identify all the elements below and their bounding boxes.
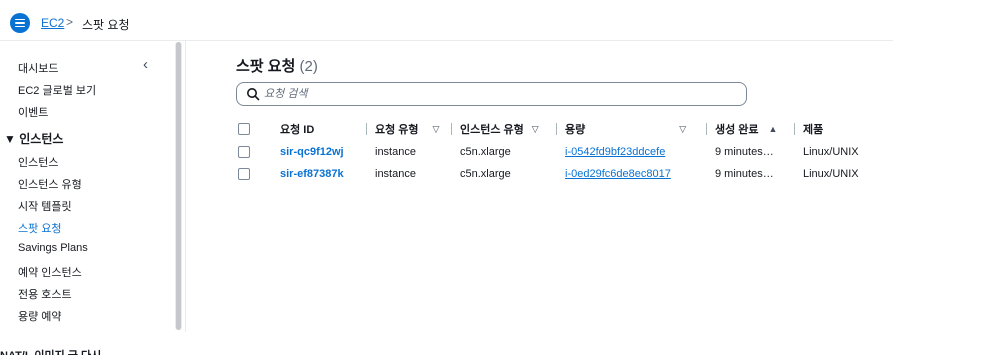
table-row[interactable]: sir-ef87387k instance c5n.xlarge i-0ed29… [238,163,874,185]
column-label: 제품 [803,124,824,136]
request-type-cell: instance [375,168,416,180]
column-capacity[interactable]: 용량 ▽ [556,117,706,141]
table-row[interactable]: sir-qc9f12wj instance c5n.xlarge i-0542f… [238,141,874,163]
instance-id-link[interactable]: i-0ed29fc6de8ec8017 [565,168,671,180]
column-separator [706,123,707,135]
column-request-id[interactable]: 요청 ID [280,117,366,141]
top-divider [0,40,893,41]
sidebar-scrollbar[interactable] [175,42,182,330]
top-bar: EC2 > 스팟 요청 [0,0,991,44]
row-select-cell [238,141,280,163]
page-title-text: 스팟 요청 [236,58,296,75]
column-label: 용량 [565,124,586,136]
caret-down-icon: ▼ [4,132,16,146]
sidebar-item-launch-templates[interactable]: 시작 템플릿 [18,198,72,214]
request-id-cell: sir-ef87387k [280,163,366,185]
sort-desc-icon[interactable]: ▽ [433,124,440,135]
search-icon [247,88,260,101]
instance-type-cell: c5n.xlarge [460,168,511,180]
sidebar-section-label: 인스턴스 [19,132,64,146]
sidebar-item-capacity-reservations[interactable]: 용량 예약 [18,308,62,324]
row-checkbox[interactable] [238,168,250,181]
sidebar: 대시보드 EC2 글로벌 보기 이벤트 ‹ ▼ 인스턴스 인스턴스 인스턴스 유… [0,44,172,334]
column-label: 생성 완료 [715,124,759,136]
page-title: 스팟 요청 (2) [236,55,318,76]
row-select-cell [238,163,280,185]
spot-requests-table: 요청 ID 요청 유형 ▽ 인스턴스 유형 ▽ 용량 ▽ 생성 완료 ▲ 제품 sir-… [238,117,874,185]
request-id-cell: sir-qc9f12wj [280,141,366,163]
table-header-row: 요청 ID 요청 유형 ▽ 인스턴스 유형 ▽ 용량 ▽ 생성 완료 ▲ 제품 [238,117,874,141]
column-request-type[interactable]: 요청 유형 ▽ [366,117,451,141]
breadcrumb-current: 스팟 요청 [82,18,130,32]
panel-divider [185,40,186,332]
column-label: 요청 ID [280,124,315,136]
column-created[interactable]: 생성 완료 ▲ [706,117,794,141]
page-title-count: (2) [299,58,318,75]
instance-id-link[interactable]: i-0542fd9bf23ddcefe [565,146,665,158]
created-cell: 9 minutes… [715,146,774,158]
column-label: 인스턴스 유형 [460,124,524,136]
sidebar-item-instances[interactable]: 인스턴스 [18,154,58,170]
column-separator [451,123,452,135]
breadcrumb-ec2-link[interactable]: EC2 [41,16,64,30]
request-id-link[interactable]: sir-ef87387k [280,168,344,180]
chevron-left-icon[interactable]: ‹ [143,56,148,73]
sidebar-item-instance-types[interactable]: 인스턴스 유형 [18,176,82,192]
created-cell: 9 minutes… [715,168,774,180]
select-all-cell [238,117,280,141]
partial-footer-text: NAT/L 이미지 금 다시 [0,347,101,355]
sort-desc-icon[interactable]: ▽ [532,124,539,135]
row-checkbox[interactable] [238,146,250,159]
product-cell: Linux/UNIX [803,168,859,180]
select-all-checkbox[interactable] [238,123,250,136]
search-input[interactable] [264,86,734,102]
sidebar-item-reserved-instances[interactable]: 예약 인스턴스 [18,264,82,280]
column-instance-type[interactable]: 인스턴스 유형 ▽ [451,117,556,141]
scrollbar-thumb[interactable] [176,42,181,330]
sidebar-item-spot-requests[interactable]: 스팟 요청 [18,220,62,236]
request-id-link[interactable]: sir-qc9f12wj [280,146,344,158]
sort-asc-icon[interactable]: ▲ [769,124,778,134]
search-box[interactable] [236,82,747,106]
sidebar-item-dashboard[interactable]: 대시보드 [18,60,58,76]
column-separator [366,123,367,135]
column-separator [794,123,795,135]
sidebar-item-events[interactable]: 이벤트 [18,104,48,120]
sidebar-item-dedicated-hosts[interactable]: 전용 호스트 [18,286,72,302]
sidebar-item-global-view[interactable]: EC2 글로벌 보기 [18,82,96,98]
sidebar-item-savings-plans[interactable]: Savings Plans [18,242,88,254]
sort-desc-icon[interactable]: ▽ [679,124,686,135]
column-product[interactable]: 제품 [794,117,874,141]
column-label: 요청 유형 [375,124,419,136]
capacity-cell: i-0542fd9bf23ddcefe [556,141,706,163]
request-type-cell: instance [375,146,416,158]
breadcrumb-separator: > [66,15,74,29]
column-separator [556,123,557,135]
sidebar-section-instances[interactable]: ▼ 인스턴스 [4,130,63,147]
capacity-cell: i-0ed29fc6de8ec8017 [556,163,706,185]
product-cell: Linux/UNIX [803,146,859,158]
menu-icon[interactable] [10,13,30,33]
instance-type-cell: c5n.xlarge [460,146,511,158]
